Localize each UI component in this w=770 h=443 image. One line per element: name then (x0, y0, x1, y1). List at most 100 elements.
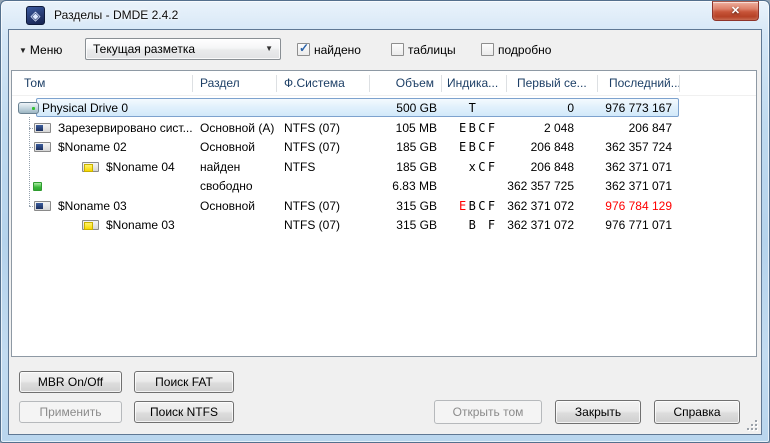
cell-size: 500 GB (396, 101, 437, 115)
layout-select[interactable]: Текущая разметка ▼ (85, 38, 281, 60)
checkbox-box: ✓ (391, 43, 404, 56)
table-row[interactable]: $Noname 04 найден NTFS 185 GB xCF 206 84… (12, 157, 756, 177)
cell-last-sector: 362 371 071 (605, 159, 672, 174)
indicator-char: F (487, 218, 498, 232)
cell-indicators: EBCF (459, 118, 509, 138)
cell-partition (200, 98, 280, 118)
resize-grip[interactable] (745, 418, 757, 430)
column-header-5[interactable]: Индика... (447, 71, 503, 95)
close-button[interactable]: ✕ (712, 1, 759, 21)
partition-icon (34, 142, 51, 152)
table-row[interactable]: $Noname 03 Основной NTFS (07) 315 GB EBC… (12, 196, 756, 216)
column-header-6[interactable]: Первый се... (517, 71, 593, 95)
cell-first-sector: 206 848 (530, 140, 574, 154)
cell-last-sector: 362 357 724 (605, 140, 672, 154)
indicator-char: E (459, 120, 469, 135)
table-row[interactable]: Зарезервировано сист... Основной (A) NTF… (12, 118, 756, 138)
column-header-7[interactable]: Последний... (609, 71, 681, 95)
table-row[interactable]: Physical Drive 0 500 GB T 0 976 773 167 (12, 98, 756, 118)
check-icon: ✓ (299, 41, 310, 55)
header-divider (192, 75, 193, 92)
table-row[interactable]: $Noname 03 NTFS (07) 315 GB B F 362 371 … (12, 215, 756, 235)
volume-name: Physical Drive 0 (42, 101, 129, 115)
indicator-char: F (487, 198, 498, 213)
indicator-char: E (459, 198, 469, 213)
search-fat-button[interactable]: Поиск FAT (134, 371, 234, 393)
open-volume-button[interactable]: Открыть том (434, 400, 542, 424)
volume-name: $Noname 03 (58, 198, 127, 213)
cell-partition: Основной (200, 198, 256, 213)
checkbox-found[interactable]: ✓ найдено (297, 41, 361, 57)
cell-first-sector: 2 048 (543, 120, 574, 135)
column-header-3[interactable]: Ф.Система (284, 71, 362, 95)
indicator-char: B (468, 140, 479, 154)
cell-filesystem (284, 98, 366, 118)
cell-first-sector: 362 357 725 (507, 179, 574, 193)
volume-name: $Noname 04 (106, 159, 175, 174)
folder-icon (82, 220, 99, 230)
dialog-client-area: ▼Меню Текущая разметка ▼ ✓найдено ✓табли… (8, 29, 762, 435)
search-ntfs-button[interactable]: Поиск NTFS (134, 401, 234, 423)
column-header-4[interactable]: Объем (369, 71, 434, 95)
cell-indicators: EBCF (459, 196, 509, 216)
indicator-char: B (468, 218, 479, 232)
cell-last-sector: 362 371 071 (605, 179, 672, 193)
header-divider (441, 75, 442, 92)
checkbox-tables[interactable]: ✓ таблицы (391, 43, 456, 57)
cell-indicators (459, 176, 509, 196)
indicator-char (459, 218, 469, 232)
table-header: Том Раздел Ф.Система Объем Индика... Первый с… (12, 71, 756, 96)
drive-icon (18, 102, 39, 114)
window-title: Разделы - DMDE 2.4.2 (54, 8, 179, 22)
indicator-char: x (468, 159, 479, 174)
checkbox-label: найдено (314, 43, 361, 57)
partition-icon (34, 200, 51, 211)
mbr-on-off-button[interactable]: MBR On/Off (19, 371, 122, 393)
column-header-1[interactable]: Том (24, 71, 184, 95)
table-row[interactable]: свободно 6.83 MB 362 357 725 362 371 071 (12, 176, 756, 196)
cell-size: 105 MB (395, 120, 437, 135)
title-bar[interactable]: ◈ Разделы - DMDE 2.4.2 ✕ (1, 1, 769, 29)
cell-last-sector: 976 773 167 (605, 101, 672, 115)
volume-name: $Noname 02 (58, 140, 127, 154)
volume-name: Зарезервировано сист... (58, 120, 193, 135)
indicator-char (478, 218, 488, 232)
partition-icon (34, 122, 51, 133)
close-dialog-button[interactable]: Закрыть (555, 400, 641, 424)
cell-last-sector: 206 847 (628, 120, 672, 135)
checkbox-details[interactable]: ✓ подробно (481, 43, 551, 57)
cell-partition: найден (200, 159, 241, 174)
cell-partition: Основной (200, 140, 256, 154)
cell-filesystem: NTFS (284, 159, 316, 174)
indicator-char: F (487, 140, 498, 154)
indicator-char: C (478, 198, 488, 213)
cell-size: 185 GB (396, 159, 437, 174)
indicator-char: F (487, 159, 498, 174)
folder-icon (82, 161, 99, 172)
combo-arrow-icon: ▼ (265, 44, 273, 53)
header-divider (597, 75, 598, 92)
indicator-char: C (478, 159, 488, 174)
cell-indicators: T (459, 98, 509, 118)
cell-first-sector: 206 848 (530, 159, 574, 174)
indicator-char: F (487, 120, 498, 135)
column-header-2[interactable]: Раздел (200, 71, 270, 95)
cell-indicators: EBCF (459, 137, 509, 157)
chevron-down-icon: ▼ (19, 46, 27, 55)
cell-first-sector: 362 371 072 (507, 198, 574, 213)
cell-first-sector: 362 371 072 (507, 218, 574, 232)
checkbox-box: ✓ (297, 41, 310, 56)
cell-last-sector: 976 784 129 (605, 198, 672, 213)
app-icon: ◈ (26, 6, 45, 25)
header-divider (679, 75, 680, 92)
cell-size: 6.83 MB (392, 179, 437, 193)
help-button[interactable]: Справка (654, 400, 740, 424)
menu-button[interactable]: ▼ Меню (19, 43, 62, 57)
header-divider (369, 75, 370, 92)
partitions-table: Том Раздел Ф.Система Объем Индика... Первый с… (11, 70, 757, 357)
table-row[interactable]: $Noname 02 Основной NTFS (07) 185 GB EBC… (12, 137, 756, 157)
cell-filesystem: NTFS (07) (284, 218, 341, 232)
menu-button-label: Меню (29, 43, 63, 57)
cell-partition: свободно (200, 179, 253, 193)
apply-button[interactable]: Применить (19, 401, 122, 423)
